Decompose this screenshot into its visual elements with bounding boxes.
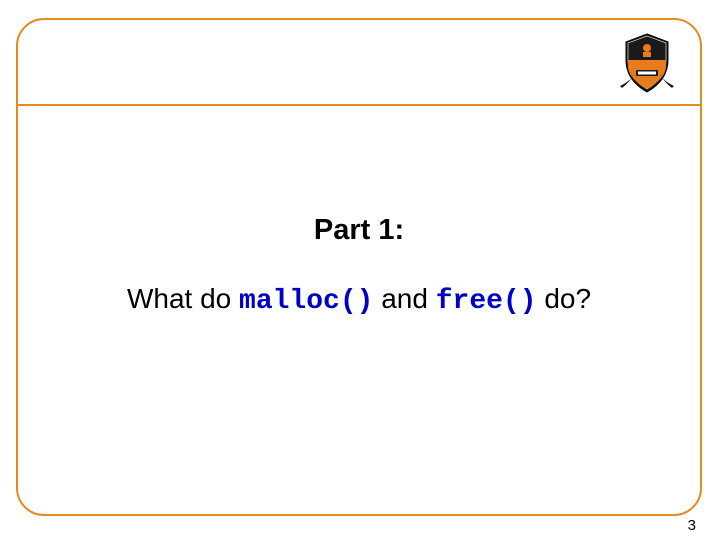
question-line: What do malloc() and free() do? (127, 283, 591, 317)
slide-content: Part 1: What do malloc() and free() do? (18, 106, 700, 317)
slide-header (18, 20, 700, 106)
code-malloc: malloc() (239, 286, 373, 317)
code-free: free() (436, 286, 537, 317)
part-title: Part 1: (18, 214, 700, 247)
question-suffix: do? (537, 283, 592, 314)
question-prefix: What do (127, 283, 239, 314)
question-mid: and (373, 283, 435, 314)
slide-frame: Part 1: What do malloc() and free() do? (16, 18, 702, 516)
page-number: 3 (688, 517, 696, 534)
princeton-crest-icon (612, 30, 682, 100)
